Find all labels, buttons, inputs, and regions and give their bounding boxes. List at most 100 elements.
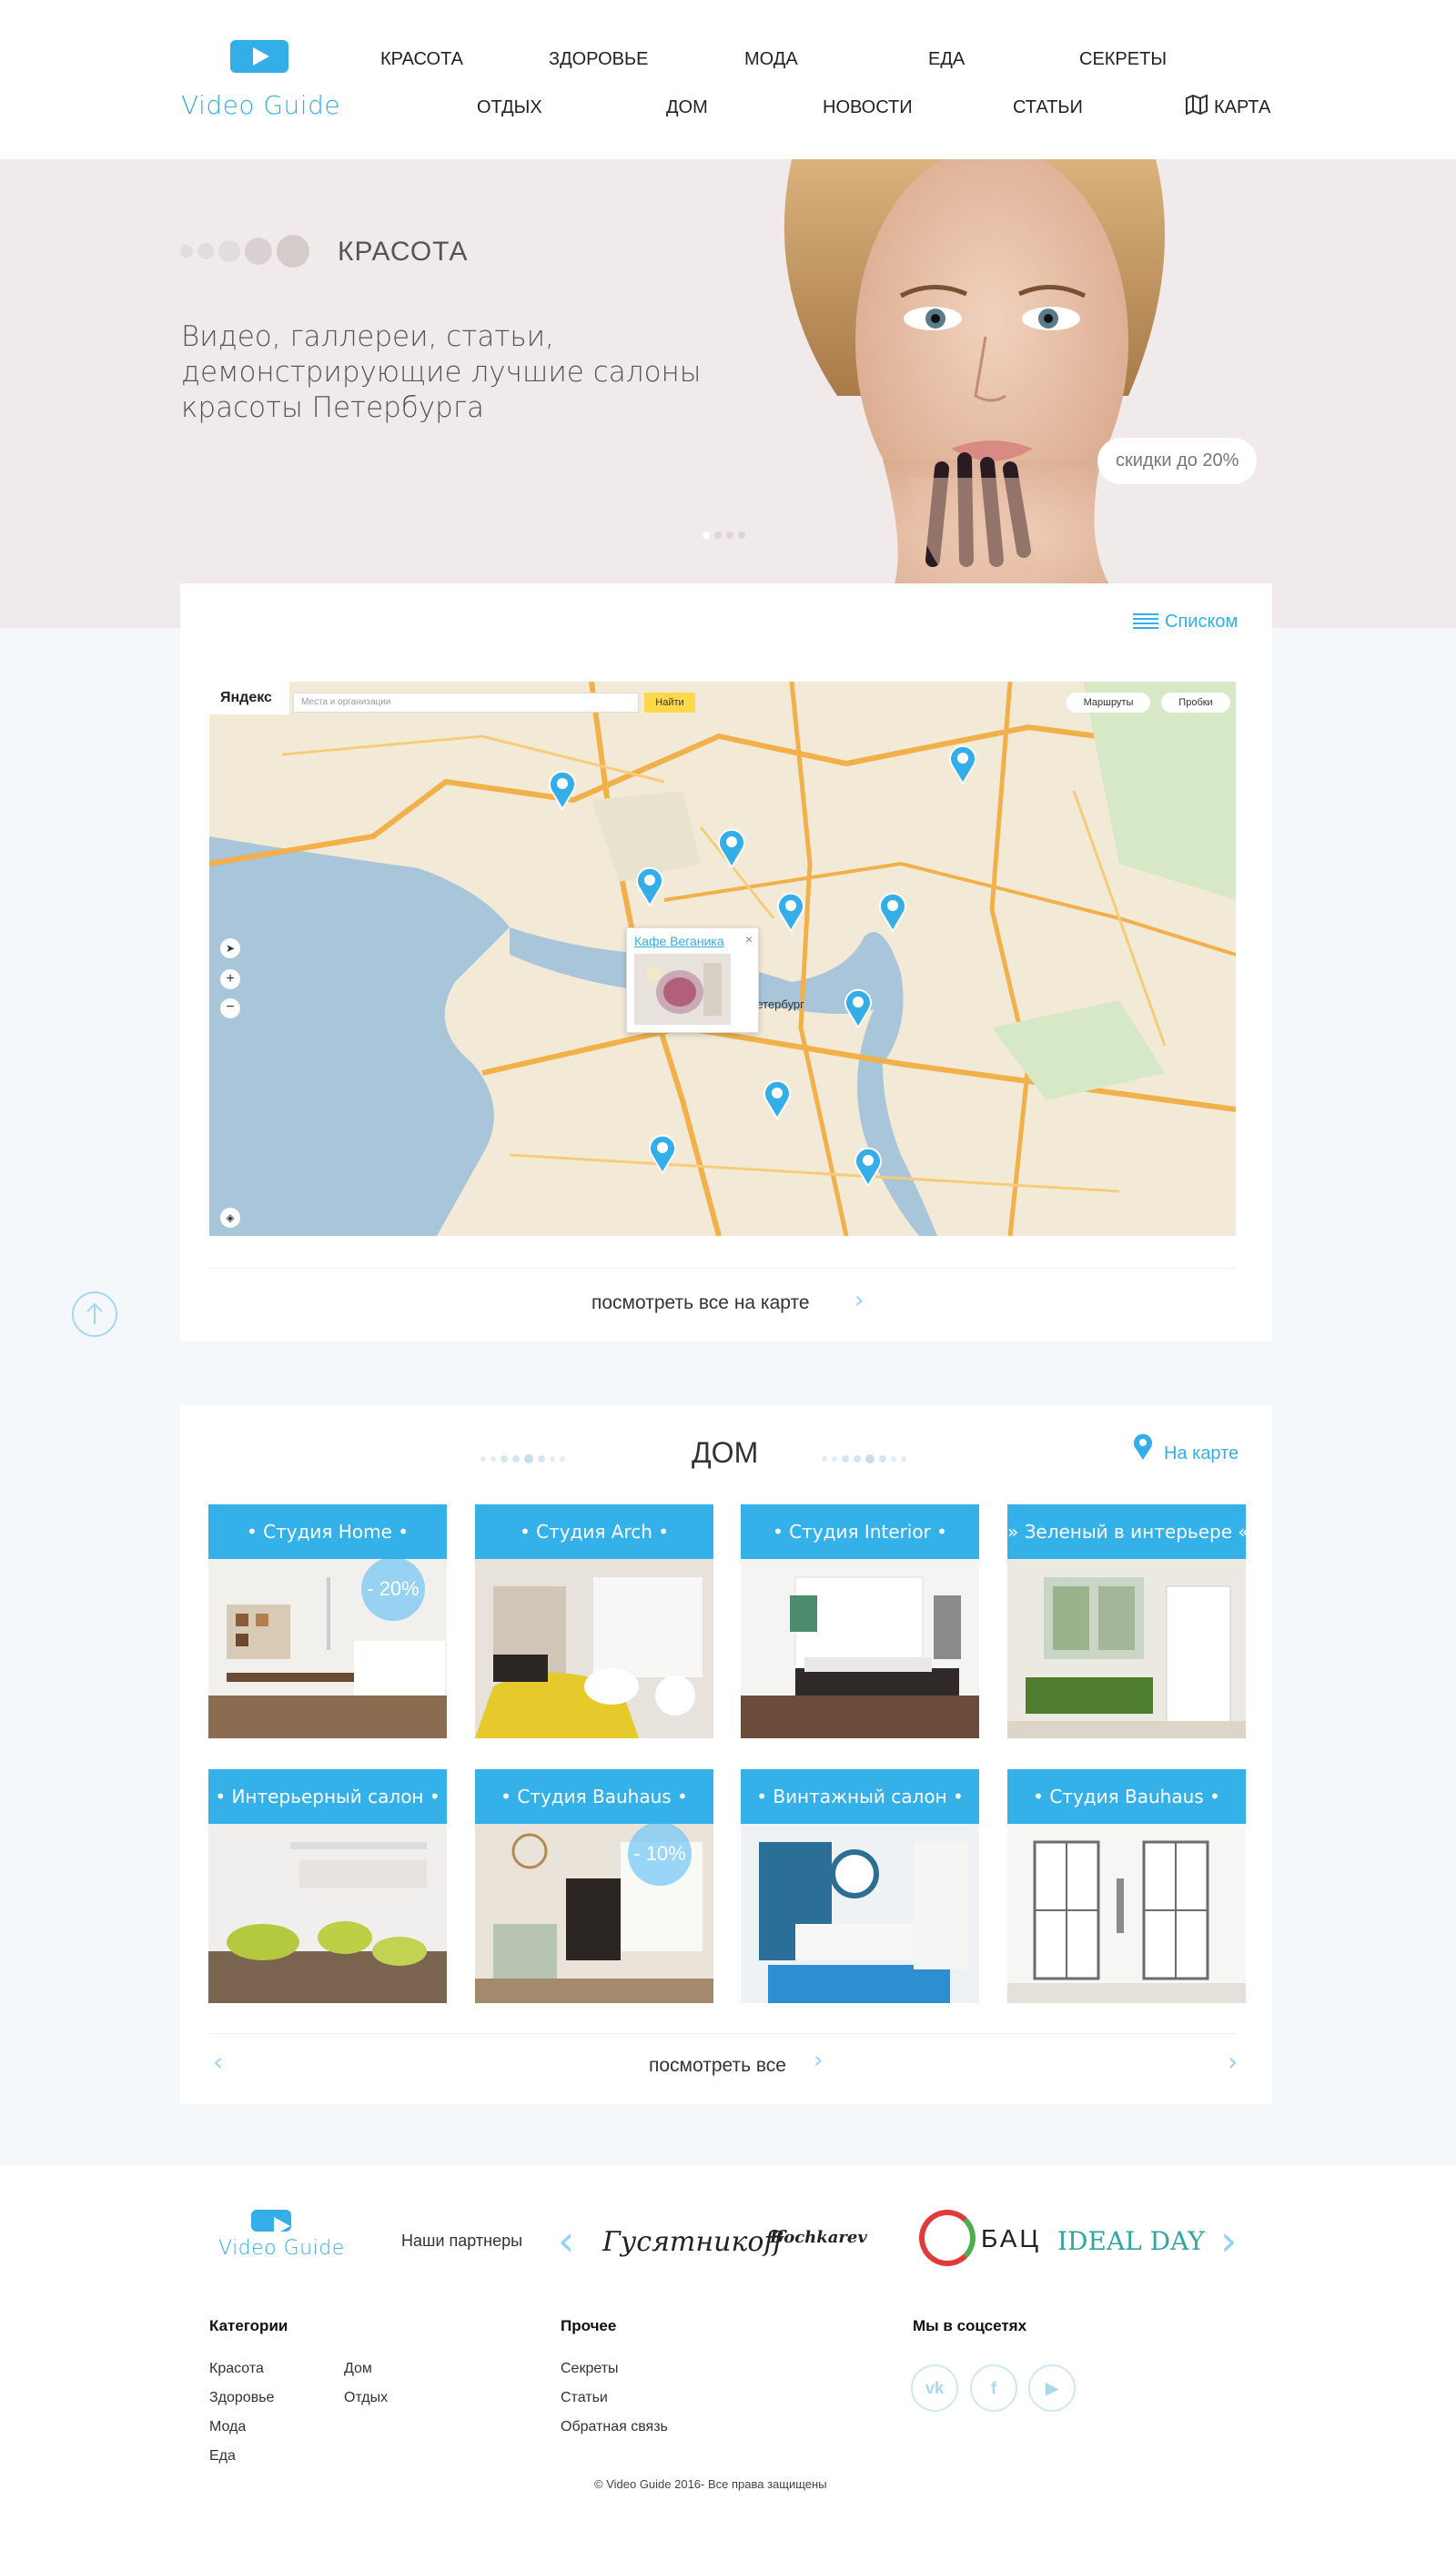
chevron-right-icon[interactable]: › [854,1287,864,1314]
facebook-icon[interactable]: f [970,2364,1017,2412]
nav-fashion[interactable]: МОДА [744,49,798,70]
partner-logo[interactable]: Bochkarev [770,2228,867,2247]
footer-link[interactable]: Здоровье [209,2390,274,2406]
site-header: Video Guide КРАСОТА ЗДОРОВЬЕ МОДА ЕДА СЕ… [0,0,1456,159]
map-zoom-in-icon[interactable]: + [220,969,240,989]
map-pin[interactable] [947,744,978,785]
nav-map[interactable]: КАРТА [1214,97,1270,118]
chevron-right-icon[interactable]: › [814,2047,823,2074]
partners-next-icon[interactable]: › [1220,2216,1237,2265]
partner-logo[interactable]: Гусятникоff [602,2226,784,2258]
map-pin[interactable] [647,1133,678,1175]
partner-logo[interactable]: БАЦ [981,2224,1041,2253]
map-pin[interactable] [853,1146,884,1188]
logo-text[interactable]: Video Guide [181,90,340,120]
on-map-link[interactable]: На карте [1164,1443,1239,1464]
scroll-top-button[interactable] [72,1291,117,1337]
list-view-icon[interactable] [1133,612,1158,631]
nav-health[interactable]: ЗДОРОВЬЕ [549,49,648,70]
home-section: ДОМ На карте • Студия Home • - 20% • Сту… [180,1405,1272,2104]
nav-secrets[interactable]: СЕКРЕТЫ [1079,49,1167,70]
chevron-left-icon[interactable]: ‹ [213,2047,223,2077]
map-pin[interactable] [547,769,578,811]
card-image [1007,1824,1246,2003]
popup-close-icon[interactable]: × [745,932,753,947]
arrow-up-icon [86,1302,103,1324]
popup-title[interactable]: Кафе Веганика [634,934,724,948]
studio-card[interactable]: » Зеленый в интерьере « [1007,1504,1246,1738]
card-title[interactable]: • Студия Interior • [741,1504,979,1559]
nav-articles[interactable]: СТАТЬИ [1013,97,1083,118]
youtube-icon[interactable]: ▶ [1028,2364,1076,2412]
footer-link[interactable]: Мода [209,2419,274,2435]
nav-home[interactable]: ДОМ [666,97,708,118]
footer-link[interactable]: Еда [209,2448,274,2465]
footer-categories-col2: Дом Отдых [344,2361,388,2419]
hero-description: Видео, галлереи, статьи, демонстрирующие… [181,320,702,424]
footer-other-links: Секреты Статьи Обратная связь [561,2361,668,2448]
map-pin[interactable] [634,866,665,907]
card-image [741,1559,979,1738]
footer-link[interactable]: Красота [209,2361,274,2377]
footer-link[interactable]: Дом [344,2361,388,2377]
map-pin[interactable] [877,891,908,933]
card-title[interactable]: » Зеленый в интерьере « [1007,1504,1246,1559]
map-layers-icon[interactable]: ◈ [220,1208,240,1228]
map-pin[interactable] [762,1078,793,1120]
map-popup[interactable]: Кафе Веганика × [626,927,759,1033]
nav-rest[interactable]: ОТДЫХ [477,97,542,118]
footer-link[interactable]: Обратная связь [561,2419,668,2435]
nav-news[interactable]: НОВОСТИ [823,97,913,118]
partners-label: Наши партнеры [401,2232,523,2250]
studio-card[interactable]: • Студия Home • - 20% [208,1504,447,1738]
footer-link[interactable]: Статьи [561,2390,668,2406]
footer-logo-text[interactable]: Video Guide [218,2237,345,2260]
map-zoom-out-icon[interactable]: − [220,998,240,1018]
discount-badge: - 10% [628,1824,692,1886]
map-pin[interactable] [775,891,806,933]
card-image [475,1559,713,1738]
card-title[interactable]: • Студия Bauhaus • [475,1769,713,1824]
partner-logo[interactable]: IDEAL DAY [1057,2226,1205,2256]
hero-slider-dots[interactable] [703,527,750,543]
popup-image [634,954,731,1025]
partners-prev-icon[interactable]: ‹ [558,2216,574,2265]
studio-card[interactable]: • Студия Interior • [741,1504,979,1738]
map-routes-button[interactable]: Маршруты [1067,693,1150,713]
footer-logo-icon[interactable] [251,2210,291,2235]
card-title[interactable]: • Студия Bauhaus • [1007,1769,1246,1824]
studio-card[interactable]: • Студия Bauhaus • - 10% [475,1769,713,2003]
nav-food[interactable]: ЕДА [928,49,965,70]
studio-card[interactable]: • Студия Arch • [475,1504,713,1738]
map-traffic-button[interactable]: Пробки [1161,693,1230,713]
footer-link[interactable]: Секреты [561,2361,668,2377]
hero-dots-decoration [180,235,314,268]
nav-beauty[interactable]: КРАСОТА [380,49,463,70]
chevron-right-icon[interactable]: › [1228,2047,1238,2077]
discount-badge[interactable]: скидки до 20% [1097,438,1258,484]
card-image [1007,1559,1246,1738]
studio-card[interactable]: • Винтажный салон • [741,1769,979,2003]
list-view-link[interactable]: Списком [1165,612,1238,633]
logo-play-icon[interactable] [230,40,288,73]
card-title[interactable]: • Винтажный салон • [741,1769,979,1824]
card-title[interactable]: • Студия Home • [208,1504,447,1559]
footer-link[interactable]: Отдых [344,2390,388,2406]
partner-logo-icon[interactable] [919,2210,976,2266]
card-title[interactable]: • Интерьерный салон • [208,1769,447,1824]
card-title[interactable]: • Студия Arch • [475,1504,713,1559]
map-search-input[interactable]: Места и организации [293,693,639,713]
view-all-on-map-link[interactable]: посмотреть все на карте [592,1292,810,1314]
view-all-link[interactable]: посмотреть все [649,2055,786,2077]
map-locate-icon[interactable]: ➤ [220,938,240,958]
map-pin[interactable] [716,827,747,869]
vk-icon[interactable]: vk [911,2364,958,2412]
studio-card[interactable]: • Интерьерный салон • [208,1769,447,2003]
studio-card[interactable]: • Студия Bauhaus • [1007,1769,1246,2003]
yandex-map[interactable]: Яндекс Места и организации Найти Маршрут… [209,682,1236,1236]
hero-banner: КРАСОТА Видео, галлереи, статьи, демонст… [0,159,1456,628]
map-pin-icon[interactable] [1132,1432,1154,1466]
card-image: - 20% [208,1559,447,1738]
map-pin[interactable] [843,987,874,1029]
map-search-button[interactable]: Найти [644,693,695,713]
